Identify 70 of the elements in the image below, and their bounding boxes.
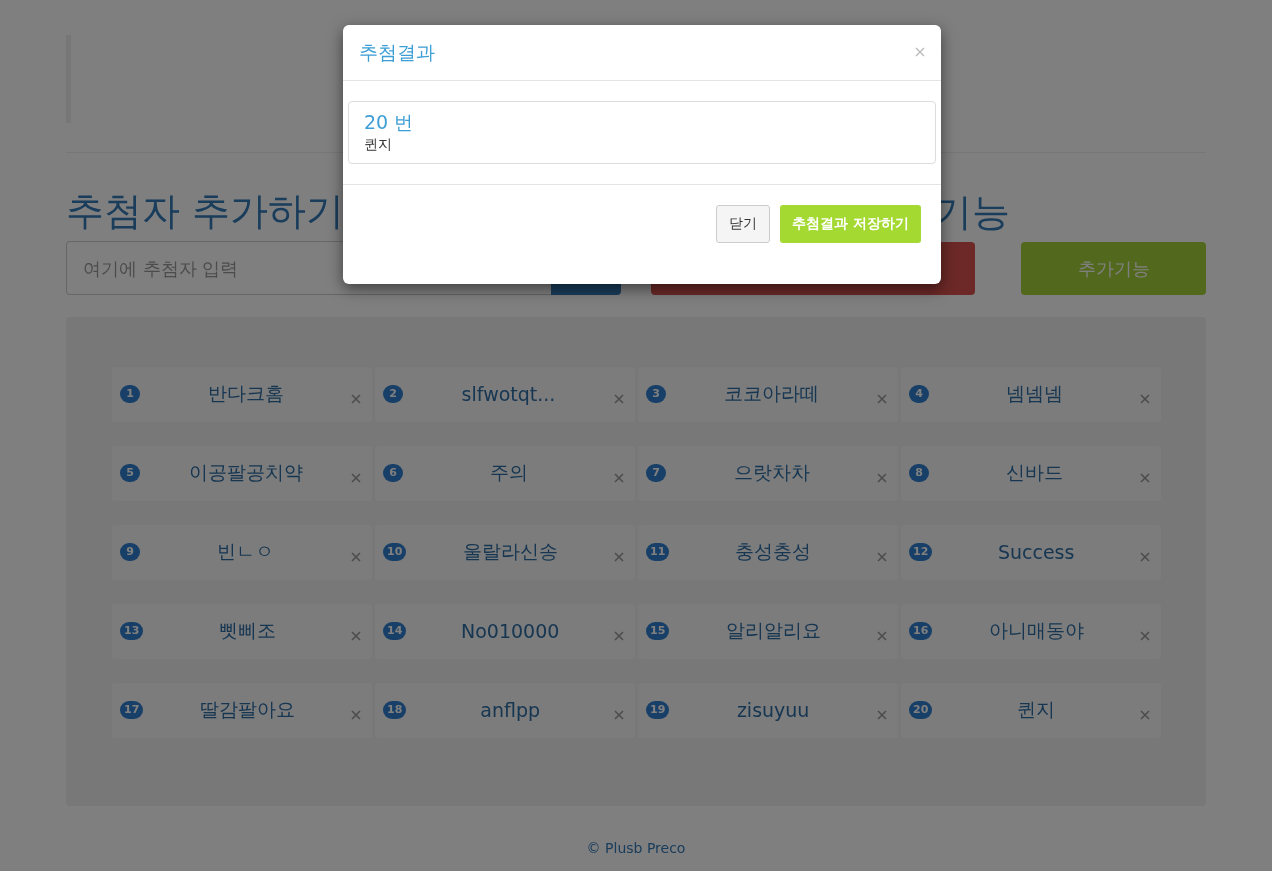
remove-icon[interactable] [1140,630,1150,641]
entry-name: anflpp [479,698,542,721]
section-heading: 추첨자 추가하기 [66,189,346,233]
number-badge: 7 [646,463,666,482]
remove-icon[interactable] [351,551,361,562]
entry-name: 빈ㄴㅇ [216,538,275,564]
result-number: 20 번 [364,110,415,134]
dialog-title: 추첨결과 [359,39,435,65]
number-badge: 10 [383,542,407,561]
number-badge: 17 [120,700,144,719]
entry-name: 으랏차차 [732,459,811,485]
remove-icon[interactable] [877,630,887,641]
entry-name: 이공팔공치약 [187,459,304,485]
remove-icon[interactable] [351,393,361,404]
entry-name: 주의 [488,459,529,485]
entry-name: 충성충성 [734,538,813,564]
entry-name: 아니매동야 [987,617,1085,643]
remove-icon[interactable] [614,393,624,404]
entry-name: Success [996,540,1076,563]
remove-icon[interactable] [1140,551,1150,562]
number-badge: 13 [120,621,144,640]
number-badge: 6 [383,463,403,482]
remove-icon[interactable] [614,630,624,641]
remove-icon[interactable] [614,551,624,562]
entry-name: 반다크홈 [206,380,285,406]
number-badge: 18 [383,700,407,719]
number-badge: 2 [383,384,403,403]
remove-icon[interactable] [877,472,887,483]
remove-icon[interactable] [877,393,887,404]
number-badge: 19 [646,700,670,719]
extra-feature-button[interactable]: 추가기능 [1021,242,1206,295]
number-badge: 1 [120,384,140,403]
result-name: 퀸지 [364,135,393,154]
entry-name: 신바드 [1005,459,1064,485]
number-badge: 8 [909,463,929,482]
remove-icon[interactable] [351,709,361,720]
number-badge: 12 [909,542,933,561]
number-badge: 16 [909,621,933,640]
remove-icon[interactable] [614,709,624,720]
entry-name: 딸감팔아요 [198,696,296,722]
entry-name: 알리알리요 [724,617,822,643]
entry-name: slfwotqt... [460,382,557,405]
save-button[interactable]: 추첨결과 저장하기 [780,205,921,243]
entry-name: 울랄라신송 [461,538,559,564]
number-badge: 9 [120,542,140,561]
entry-name: No010000 [459,619,561,642]
entry-name: 삣삐조 [217,617,277,643]
footer-text: © Plusb Preco [585,840,687,856]
number-badge: 15 [646,621,670,640]
entry-name: zisuyuu [735,698,811,721]
number-badge: 3 [646,384,666,403]
entry-name: 코코아라떼 [723,380,820,406]
remove-icon[interactable] [1140,472,1150,483]
remove-icon[interactable] [351,630,361,641]
number-badge: 14 [383,621,407,640]
close-button[interactable]: 닫기 [716,205,771,243]
entry-name: 넴넴넴 [1005,380,1064,406]
number-badge: 4 [909,384,929,403]
close-icon[interactable] [915,46,925,57]
remove-icon[interactable] [877,709,887,720]
remove-icon[interactable] [614,472,624,483]
remove-icon[interactable] [1140,393,1150,404]
number-badge: 5 [120,463,140,482]
remove-icon[interactable] [1140,709,1150,720]
number-badge: 11 [646,542,670,561]
remove-icon[interactable] [877,551,887,562]
number-badge: 20 [909,700,933,719]
section-heading: 기능 [934,190,1010,234]
entry-name: 퀸지 [1016,696,1057,722]
remove-icon[interactable] [351,472,361,483]
